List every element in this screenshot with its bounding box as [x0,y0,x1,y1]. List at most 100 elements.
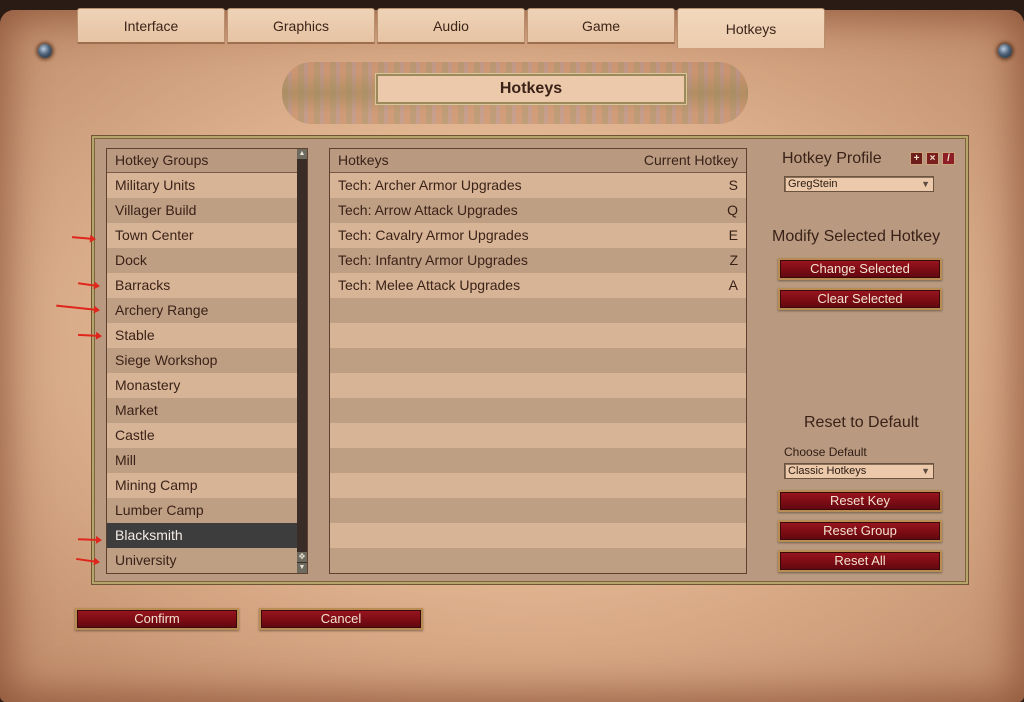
hotkey-row[interactable] [330,473,746,498]
scroll-up-icon[interactable]: ▲ [297,149,307,159]
hotkey-key: Z [729,252,738,268]
tab-bar: Interface Graphics Audio Game Hotkeys [77,8,827,48]
reset-group-button[interactable]: Reset Group [778,520,942,542]
tab-audio[interactable]: Audio [377,8,525,44]
hotkey-key: Q [727,202,738,218]
profile-actions: + × / [910,152,955,165]
hotkey-groups-header: Hotkey Groups [107,149,307,173]
hotkey-group-item[interactable]: Villager Build [107,198,307,223]
hotkey-group-item[interactable]: Blacksmith [107,523,307,548]
current-hotkey-column-header: Current Hotkey [643,152,738,168]
hotkey-group-label: Barracks [115,277,171,293]
hotkey-group-item[interactable]: Mining Camp [107,473,307,498]
hotkey-group-item[interactable]: Archery Range [107,298,307,323]
hotkey-row[interactable] [330,423,746,448]
hotkey-row[interactable] [330,373,746,398]
tab-game[interactable]: Game [527,8,675,44]
hotkey-group-label: Dock [115,252,147,268]
hotkey-row[interactable] [330,298,746,323]
hotkey-group-label: Stable [115,327,155,343]
hotkey-group-label: Military Units [115,177,196,193]
hotkey-row[interactable]: Tech: Infantry Armor Upgrades Z [330,248,746,273]
hotkey-group-item[interactable]: Town Center [107,223,307,248]
hotkey-row[interactable] [330,448,746,473]
hotkey-group-label: Mill [115,452,136,468]
confirm-button[interactable]: Confirm [75,608,239,630]
choose-default-value: Classic Hotkeys [788,465,867,477]
reset-to-default-title: Reset to Default [804,414,919,431]
hotkey-name: Tech: Infantry Armor Upgrades [338,252,528,268]
hotkey-groups-list: Hotkey Groups Military Units Villager Bui… [106,148,308,574]
hotkey-row[interactable] [330,523,746,548]
hotkey-row[interactable] [330,348,746,373]
hotkey-group-item[interactable]: Monastery [107,373,307,398]
hotkey-group-item[interactable]: Military Units [107,173,307,198]
hotkey-row[interactable] [330,323,746,348]
add-profile-icon[interactable]: + [910,152,923,165]
scroll-down-icon[interactable]: ▼ [297,563,307,573]
hotkey-row[interactable] [330,498,746,523]
reset-key-button[interactable]: Reset Key [778,490,942,512]
hotkey-groups-rows: Military Units Villager Build Town Center D… [107,173,307,573]
hotkey-group-label: Archery Range [115,302,209,318]
hotkey-row[interactable]: Tech: Melee Attack Upgrades A [330,273,746,298]
hotkey-name: Tech: Melee Attack Upgrades [338,277,521,293]
tab-interface[interactable]: Interface [77,8,225,44]
reset-all-button[interactable]: Reset All [778,550,942,572]
scroll-thumb[interactable]: ✥ [297,552,307,562]
hotkey-group-item[interactable]: Siege Workshop [107,348,307,373]
hotkey-group-label: Blacksmith [115,527,183,543]
hotkey-group-label: Mining Camp [115,477,198,493]
hotkey-group-item[interactable]: Castle [107,423,307,448]
hotkey-key: A [728,277,738,293]
hotkey-key: E [728,227,738,243]
chevron-down-icon: ▼ [921,466,930,476]
hotkey-group-item[interactable]: Lumber Camp [107,498,307,523]
hotkey-group-item[interactable]: Stable [107,323,307,348]
tab-hotkeys[interactable]: Hotkeys [677,8,825,48]
hotkey-row[interactable]: Tech: Cavalry Armor Upgrades E [330,223,746,248]
hotkey-groups-header-label: Hotkey Groups [115,152,209,168]
rename-profile-icon[interactable]: / [942,152,955,165]
hotkey-group-label: Lumber Camp [115,502,204,518]
rivet-icon [38,44,52,58]
hotkeys-table: Hotkeys Current Hotkey Tech: Archer Armo… [329,148,747,574]
modify-selected-title: Modify Selected Hotkey [772,228,941,245]
hotkey-name: Tech: Cavalry Armor Upgrades [338,227,529,243]
hotkey-profile-value: GregStein [788,178,838,190]
choose-default-select[interactable]: Classic Hotkeys ▼ [784,463,934,479]
hotkey-row[interactable] [330,548,746,573]
hotkey-name: Tech: Archer Armor Upgrades [338,177,522,193]
hotkey-group-label: Market [115,402,158,418]
hotkey-row[interactable] [330,398,746,423]
change-selected-button[interactable]: Change Selected [778,258,942,280]
hotkey-group-item[interactable]: Mill [107,448,307,473]
hotkey-group-label: University [115,552,177,568]
hotkey-group-item[interactable]: Market [107,398,307,423]
choose-default-label: Choose Default [784,445,867,459]
hotkey-group-item[interactable]: Dock [107,248,307,273]
hotkey-row[interactable]: Tech: Archer Armor Upgrades S [330,173,746,198]
hotkey-group-label: Castle [115,427,155,443]
hotkey-row[interactable]: Tech: Arrow Attack Upgrades Q [330,198,746,223]
hotkey-group-item[interactable]: Barracks [107,273,307,298]
chevron-down-icon: ▼ [921,179,930,189]
hotkey-profile-title: Hotkey Profile [782,150,882,167]
hotkey-key: S [728,177,738,193]
groups-scrollbar[interactable]: ▲ ✥ ▼ [297,149,307,573]
hotkey-name: Tech: Arrow Attack Upgrades [338,202,518,218]
hotkeys-column-header: Hotkeys [338,152,389,168]
hotkey-group-item[interactable]: University [107,548,307,573]
tab-graphics[interactable]: Graphics [227,8,375,44]
hotkeys-table-header: Hotkeys Current Hotkey [330,149,746,173]
cancel-button[interactable]: Cancel [259,608,423,630]
delete-profile-icon[interactable]: × [926,152,939,165]
hotkeys-panel: Hotkey Groups Military Units Villager Bui… [92,136,968,584]
hotkeys-table-rows: Tech: Archer Armor Upgrades S Tech: Arrow … [330,173,746,573]
hotkey-group-label: Villager Build [115,202,197,218]
side-controls: Hotkey Profile + × / GregStein ▼ Modify … [764,138,964,586]
clear-selected-button[interactable]: Clear Selected [778,288,942,310]
hotkey-profile-select[interactable]: GregStein ▼ [784,176,934,192]
page-title: Hotkeys [376,74,686,104]
hotkey-group-label: Town Center [115,227,194,243]
